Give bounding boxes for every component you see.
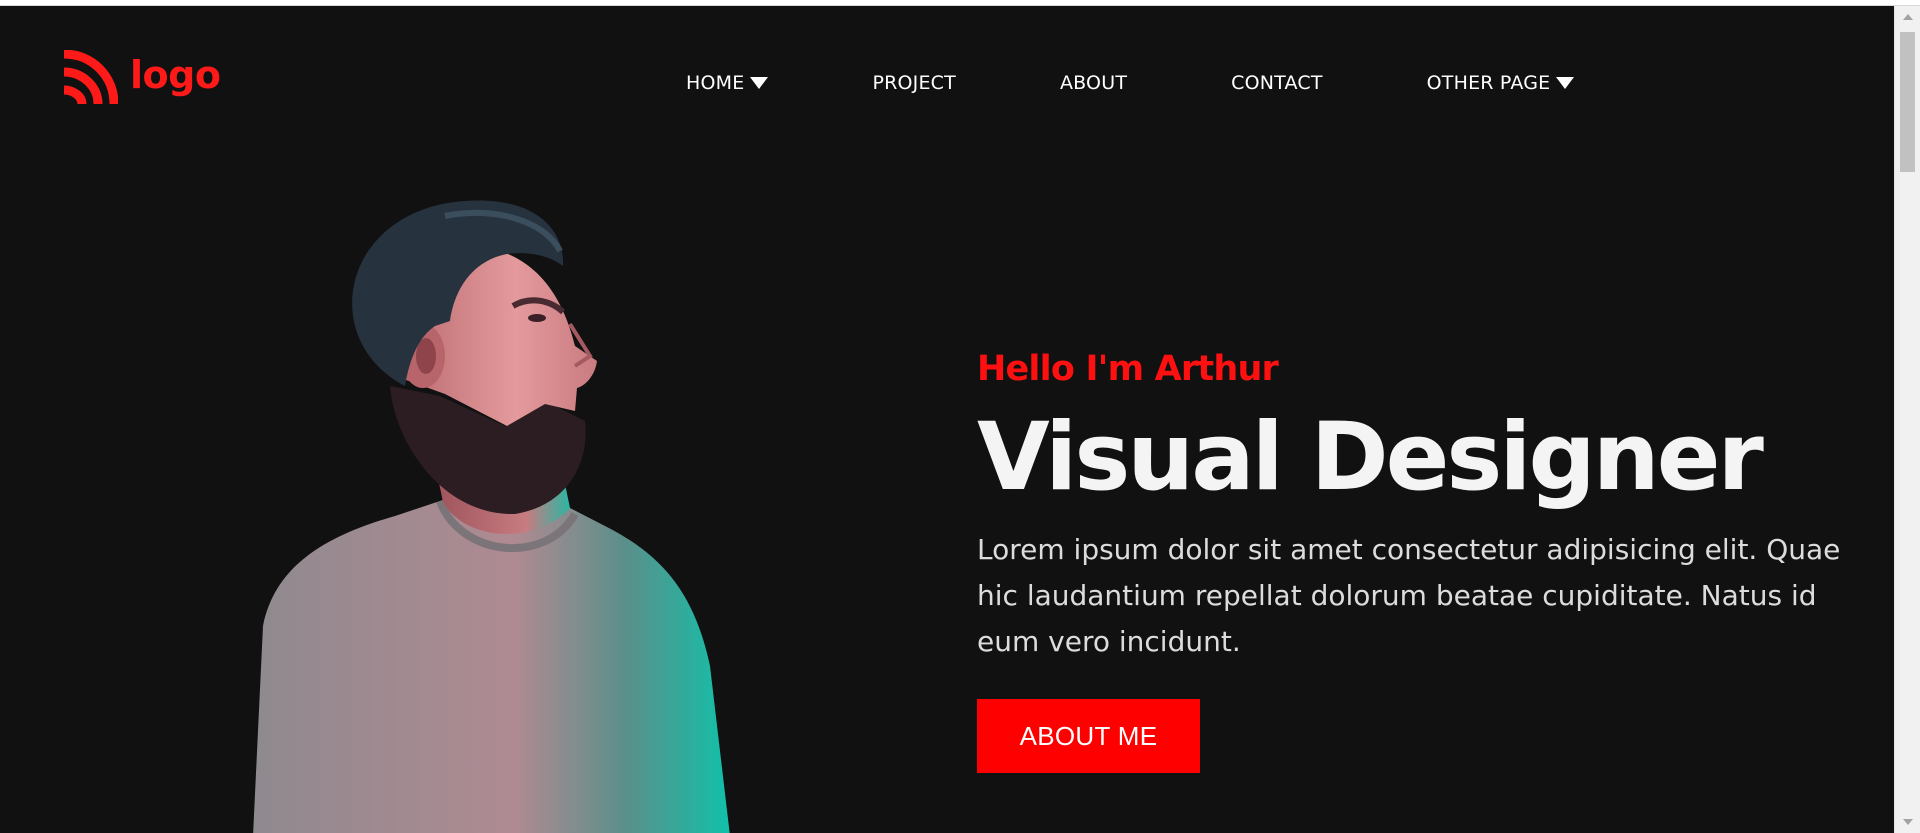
scroll-down-arrow-icon[interactable] xyxy=(1903,819,1913,825)
logo-text: logo xyxy=(130,53,221,97)
nav-item-home[interactable]: HOME xyxy=(686,72,769,94)
hero-description-line: Lorem ipsum dolor sit amet consectetur a… xyxy=(977,533,1841,567)
nav-item-about[interactable]: ABOUT xyxy=(1060,72,1127,94)
about-me-button[interactable]: ABOUT ME xyxy=(977,699,1200,774)
nav-item-label: CONTACT xyxy=(1231,72,1323,94)
scroll-up-arrow-icon[interactable] xyxy=(1903,14,1913,20)
hero-description: Lorem ipsum dolor sit amet consectetur a… xyxy=(977,527,1894,665)
hero-content: Hello I'm Arthur Visual Designer Lorem i… xyxy=(977,349,1894,774)
nav-item-label: OTHER PAGE xyxy=(1426,72,1551,94)
nav-item-label: ABOUT xyxy=(1059,72,1128,94)
hero-description-line: hic laudantium repellat dolorum beatae c… xyxy=(977,579,1817,613)
hero-title: Visual Designer xyxy=(977,402,1764,512)
nav-item-label: PROJECT xyxy=(872,72,956,94)
signal-arcs-icon xyxy=(63,50,118,105)
caret-down-icon xyxy=(1556,77,1575,89)
hero-greeting: Hello I'm Arthur xyxy=(977,349,1279,389)
page-viewport: logo HOME PROJECT ABOUT CONTACT OTHER PA… xyxy=(0,6,1894,833)
nav-item-project[interactable]: PROJECT xyxy=(872,72,956,94)
hero-description-line: eum vero incidunt. xyxy=(977,625,1241,659)
caret-down-icon xyxy=(750,77,769,89)
main-nav: HOME PROJECT ABOUT CONTACT OTHER PAGE xyxy=(686,72,1575,94)
nav-item-contact[interactable]: CONTACT xyxy=(1231,72,1323,94)
hero-portrait-image xyxy=(253,200,730,833)
vertical-scrollbar[interactable] xyxy=(1894,6,1920,833)
brand-logo[interactable]: logo xyxy=(60,50,221,106)
nav-item-label: HOME xyxy=(686,72,745,94)
nav-item-other-page[interactable]: OTHER PAGE xyxy=(1427,72,1575,94)
scrollbar-thumb[interactable] xyxy=(1900,32,1915,172)
